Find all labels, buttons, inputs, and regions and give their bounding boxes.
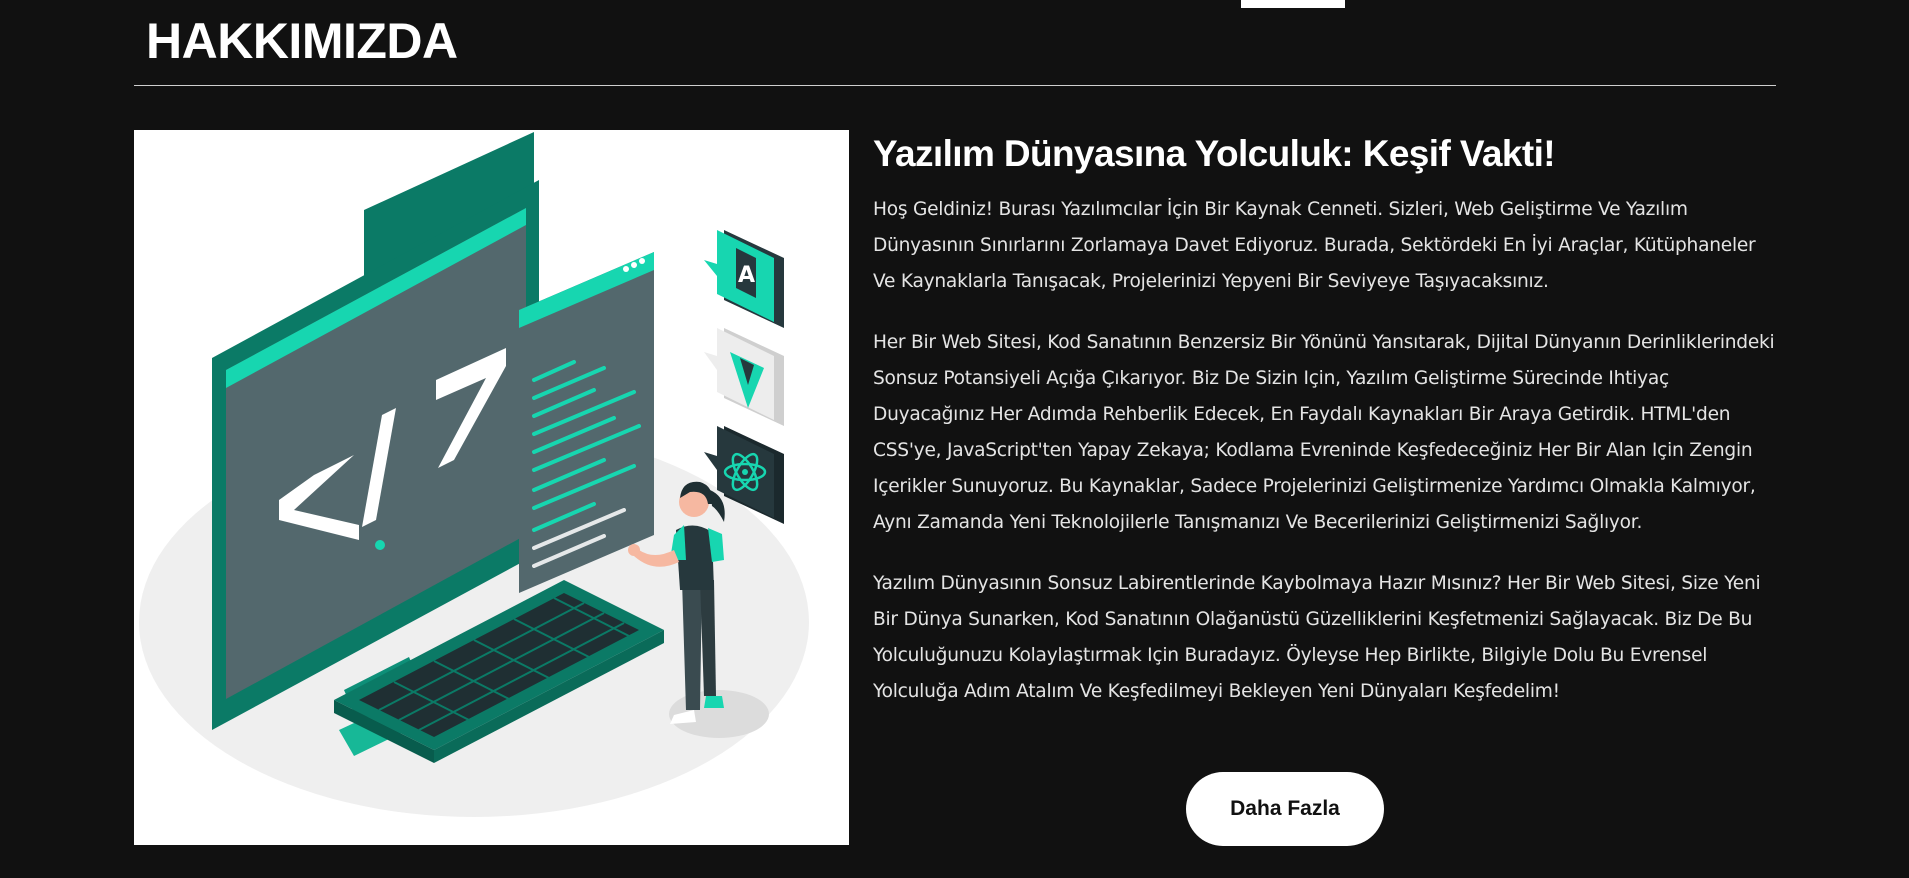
- about-paragraph-3: Yazılım Dünyasının Sonsuz Labirentlerind…: [873, 573, 1761, 702]
- section-divider: [134, 85, 1776, 86]
- daha-fazla-button[interactable]: Daha Fazla: [1186, 772, 1384, 846]
- section-title: HAKKIMIZDA: [146, 13, 458, 69]
- top-nav-indicator: [1241, 0, 1345, 8]
- about-headline: Yazılım Dünyasına Yolculuk: Keşif Vakti!: [873, 133, 1556, 174]
- about-content: Yazılım Dünyasına Yolculuk: Keşif Vakti!…: [873, 130, 1778, 735]
- about-paragraph-1: Hoş Geldiniz! Burası Yazılımcılar İçin B…: [873, 199, 1756, 292]
- angular-badge-icon: A: [704, 230, 784, 328]
- vue-badge-icon: [704, 328, 784, 426]
- about-paragraph-2: Her Bir Web Sitesi, Kod Sanatının Benzer…: [873, 332, 1775, 533]
- svg-text:A: A: [738, 263, 755, 288]
- developer-illustration: A: [134, 130, 849, 845]
- code-window-front: [519, 252, 654, 593]
